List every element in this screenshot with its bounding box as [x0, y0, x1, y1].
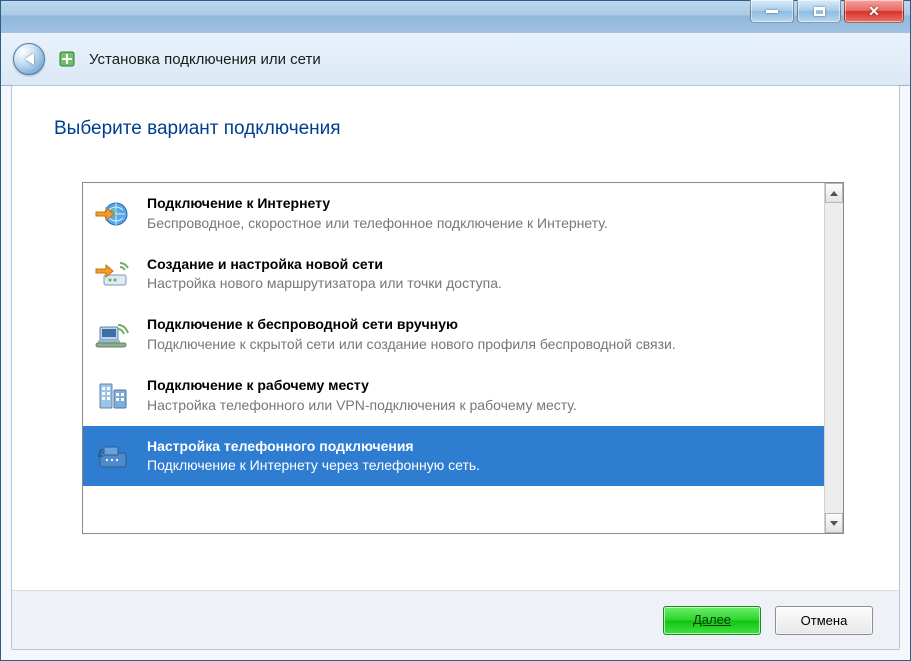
- wizard-window: ✕ Установка подключения или сети Выберит…: [0, 0, 911, 661]
- option-text: Подключение к беспроводной сети вручную …: [147, 316, 814, 353]
- next-button-label: Далее: [693, 612, 731, 628]
- minimize-button[interactable]: [750, 0, 794, 23]
- maximize-icon: [814, 7, 825, 16]
- page-heading: Выберите вариант подключения: [54, 118, 341, 140]
- close-icon: ✕: [868, 3, 880, 20]
- scrollbar[interactable]: [824, 183, 843, 533]
- option-manual-wifi[interactable]: Подключение к беспроводной сети вручную …: [83, 304, 824, 365]
- option-workplace[interactable]: Подключение к рабочему месту Настройка т…: [83, 365, 824, 426]
- cancel-button-label: Отмена: [801, 613, 848, 628]
- option-text: Настройка телефонного подключения Подклю…: [147, 438, 814, 475]
- titlebar: ✕: [1, 1, 910, 34]
- option-title: Подключение к Интернету: [147, 195, 814, 213]
- connection-options-listbox: Подключение к Интернету Беспроводное, ск…: [82, 182, 844, 534]
- option-text: Создание и настройка новой сети Настройк…: [147, 256, 814, 293]
- option-title: Подключение к рабочему месту: [147, 377, 814, 395]
- back-button[interactable]: [13, 43, 45, 75]
- option-desc: Настройка нового маршрутизатора или точк…: [147, 274, 814, 292]
- scroll-down-button[interactable]: [825, 513, 843, 533]
- next-button[interactable]: Далее: [663, 606, 761, 635]
- close-button[interactable]: ✕: [844, 0, 904, 23]
- network-wizard-icon: [57, 49, 77, 69]
- option-desc: Беспроводное, скоростное или телефонное …: [147, 214, 814, 232]
- globe-arrow-icon: [93, 195, 133, 231]
- option-title: Подключение к беспроводной сети вручную: [147, 316, 814, 334]
- options-list: Подключение к Интернету Беспроводное, ск…: [83, 183, 824, 533]
- wizard-title: Установка подключения или сети: [89, 51, 321, 68]
- dialup-icon: [93, 438, 133, 474]
- option-title: Настройка телефонного подключения: [147, 438, 814, 456]
- option-internet[interactable]: Подключение к Интернету Беспроводное, ск…: [83, 183, 824, 244]
- chevron-down-icon: [830, 521, 838, 526]
- option-text: Подключение к рабочему месту Настройка т…: [147, 377, 814, 414]
- wizard-footer: Далее Отмена: [12, 590, 899, 649]
- wizard-header: Установка подключения или сети: [1, 33, 910, 86]
- option-desc: Подключение к Интернету через телефонную…: [147, 456, 814, 474]
- caption-buttons: ✕: [750, 0, 904, 23]
- cancel-button[interactable]: Отмена: [775, 606, 873, 635]
- scroll-track[interactable]: [825, 203, 843, 513]
- option-title: Создание и настройка новой сети: [147, 256, 814, 274]
- option-new-network[interactable]: Создание и настройка новой сети Настройк…: [83, 244, 824, 305]
- scroll-up-button[interactable]: [825, 183, 843, 203]
- arrow-left-icon: [25, 53, 34, 65]
- option-dialup[interactable]: Настройка телефонного подключения Подклю…: [83, 426, 824, 487]
- wizard-content: Выберите вариант подключения Подключе: [11, 85, 900, 650]
- router-new-icon: [93, 256, 133, 292]
- minimize-icon: [766, 10, 778, 13]
- chevron-up-icon: [830, 191, 838, 196]
- option-text: Подключение к Интернету Беспроводное, ск…: [147, 195, 814, 232]
- wifi-manual-icon: [93, 316, 133, 352]
- workplace-icon: [93, 377, 133, 413]
- maximize-button[interactable]: [797, 0, 841, 23]
- option-desc: Настройка телефонного или VPN-подключени…: [147, 396, 814, 414]
- option-desc: Подключение к скрытой сети или создание …: [147, 335, 814, 353]
